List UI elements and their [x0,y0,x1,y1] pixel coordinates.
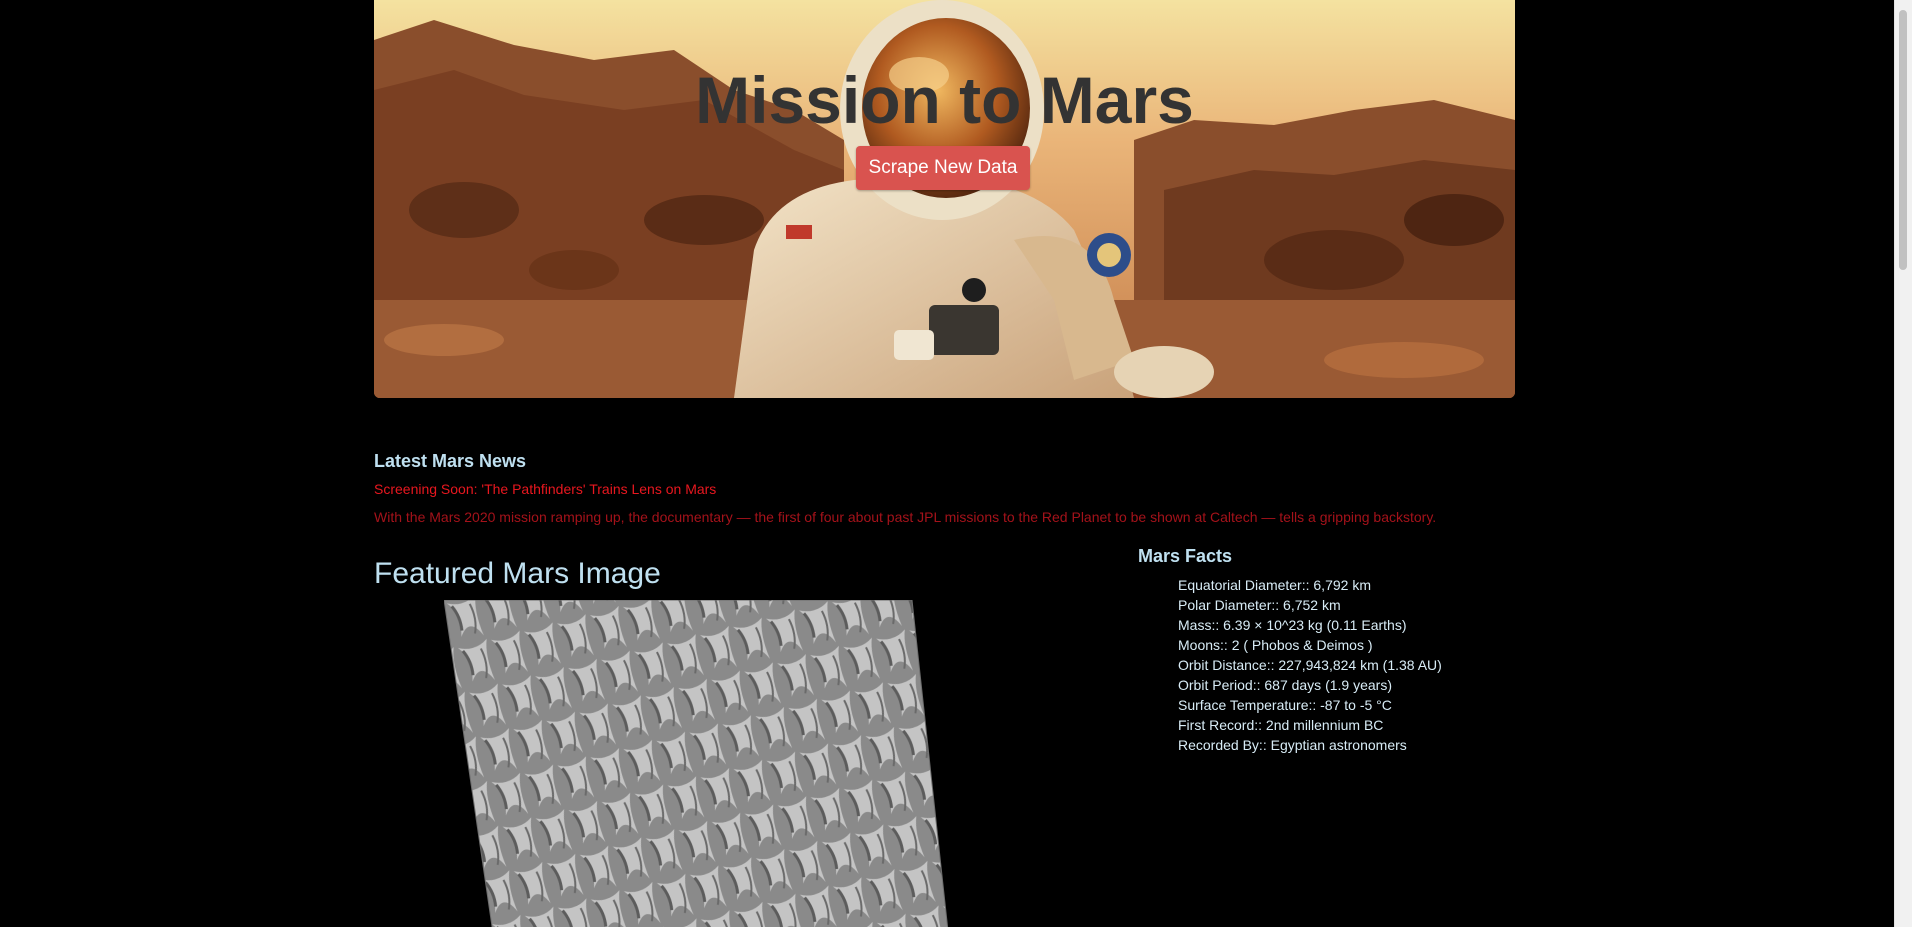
mars-facts-heading: Mars Facts [1138,546,1233,566]
news-teaser: With the Mars 2020 mission ramping up, t… [374,509,1437,525]
news-title: Screening Soon: 'The Pathfinders' Trains… [374,481,717,497]
latest-news-section: Latest Mars News Screening Soon: 'The Pa… [374,450,1515,526]
news-heading: Latest Mars News [374,451,527,471]
page-scrollbar[interactable] [1894,0,1912,927]
fact-equatorial-diameter: Equatorial Diameter:: 6,792 km [1178,577,1371,593]
fact-moons: Moons:: 2 ( Phobos & Deimos ) [1178,637,1373,653]
fact-orbit-period: Orbit Period:: 687 days (1.9 years) [1178,677,1392,693]
featured-image-section: Featured Mars Image [374,556,1114,927]
fact-mass: Mass:: 6.39 × 10^23 kg (0.11 Earths) [1178,617,1407,633]
fact-polar-diameter: Polar Diameter:: 6,752 km [1178,597,1341,613]
fact-surface-temperature: Surface Temperature:: -87 to -5 °C [1178,697,1392,713]
page: Mission to Mars Scrape New Data Latest M… [0,0,1912,927]
scrollbar-thumb[interactable] [1899,10,1907,270]
mars-facts-section: Mars Facts Equatorial Diameter:: 6,792 k… [1138,545,1515,755]
fact-recorded-by: Recorded By:: Egyptian astronomers [1178,737,1407,753]
featured-mars-image [444,600,949,927]
fact-orbit-distance: Orbit Distance:: 227,943,824 km (1.38 AU… [1178,657,1442,673]
page-title: Mission to Mars [695,63,1194,137]
main-container: Mission to Mars Scrape New Data Latest M… [374,0,1515,927]
scrape-new-data-button[interactable]: Scrape New Data [856,146,1030,190]
hero-jumbotron: Mission to Mars Scrape New Data [374,0,1515,398]
fact-first-record: First Record:: 2nd millennium BC [1178,717,1384,733]
astronaut-on-mars-image [374,0,1515,398]
featured-image-heading: Featured Mars Image [374,557,661,590]
mars-facts-list: Equatorial Diameter:: 6,792 km Polar Dia… [1138,575,1515,755]
